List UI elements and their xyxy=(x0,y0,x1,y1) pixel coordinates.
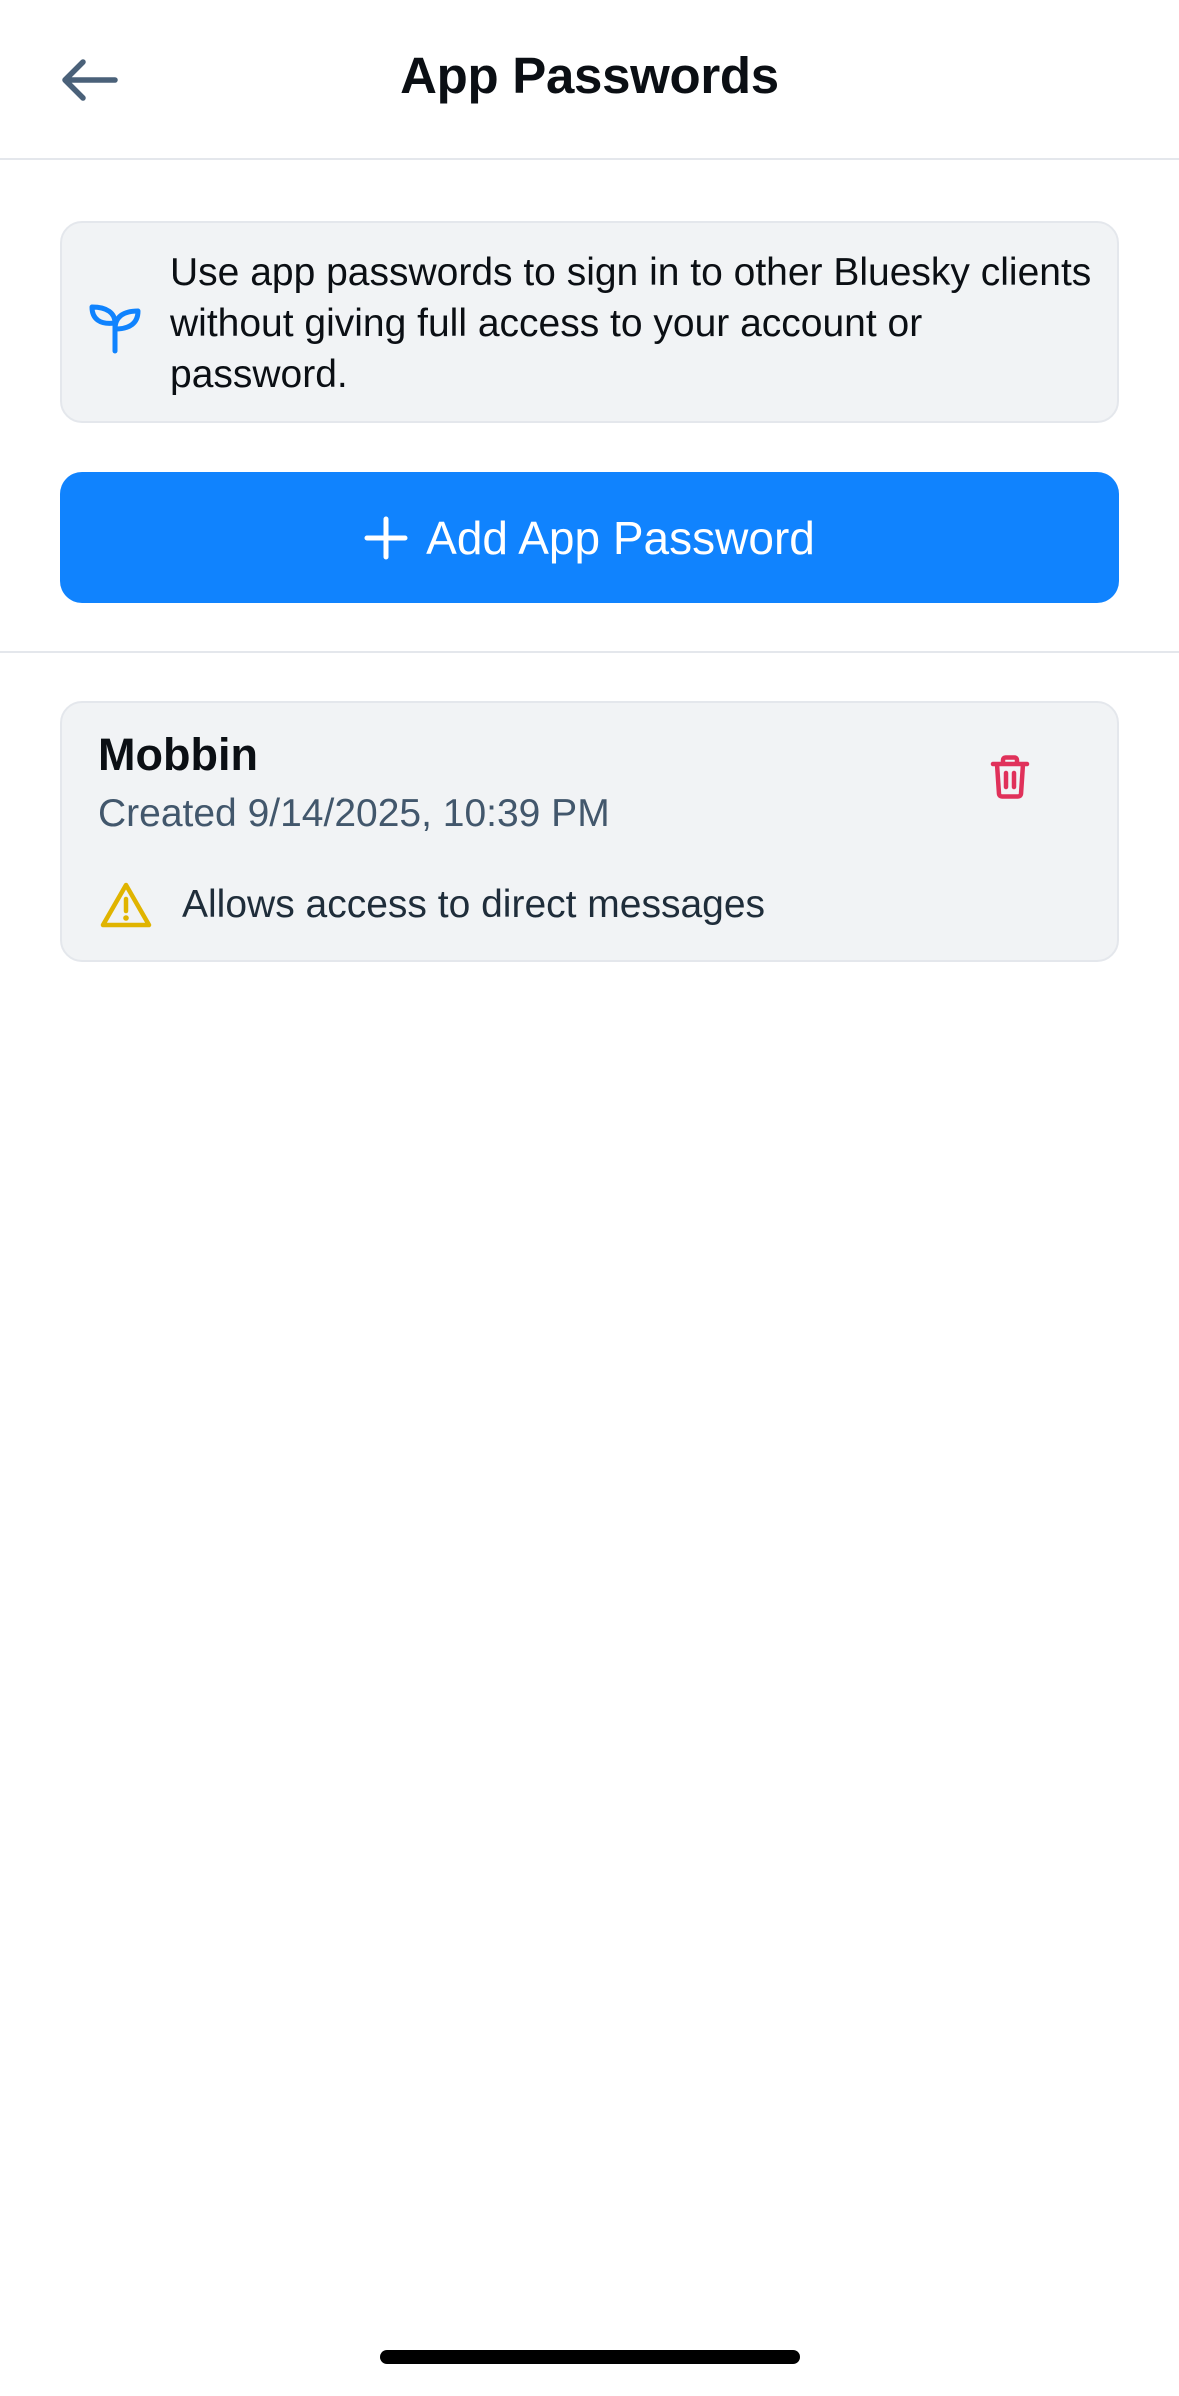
app-password-name: Mobbin xyxy=(98,729,258,780)
app-password-card: Mobbin Created 9/14/2025, 10:39 PM Allow… xyxy=(60,701,1119,962)
add-app-password-label: Add App Password xyxy=(426,511,815,564)
header: App Passwords xyxy=(0,0,1179,160)
section-divider xyxy=(0,651,1179,653)
info-box: Use app passwords to sign in to other Bl… xyxy=(60,221,1119,423)
info-text: Use app passwords to sign in to other Bl… xyxy=(170,251,1092,396)
app-passwords-screen: App Passwords Use app passwords to sign … xyxy=(0,0,1179,2396)
home-indicator[interactable] xyxy=(380,2350,800,2364)
add-app-password-button[interactable]: Add App Password xyxy=(60,472,1119,603)
warning-triangle-icon xyxy=(100,882,152,928)
warning-row: Allows access to direct messages xyxy=(100,881,765,929)
sprout-icon xyxy=(89,304,141,354)
delete-app-password-button[interactable] xyxy=(982,747,1038,807)
trash-icon xyxy=(990,755,1030,799)
app-password-created-date: Created 9/14/2025, 10:39 PM xyxy=(98,792,610,835)
warning-text: Allows access to direct messages xyxy=(182,883,766,926)
page-title: App Passwords xyxy=(400,47,779,104)
plus-icon xyxy=(364,516,408,559)
